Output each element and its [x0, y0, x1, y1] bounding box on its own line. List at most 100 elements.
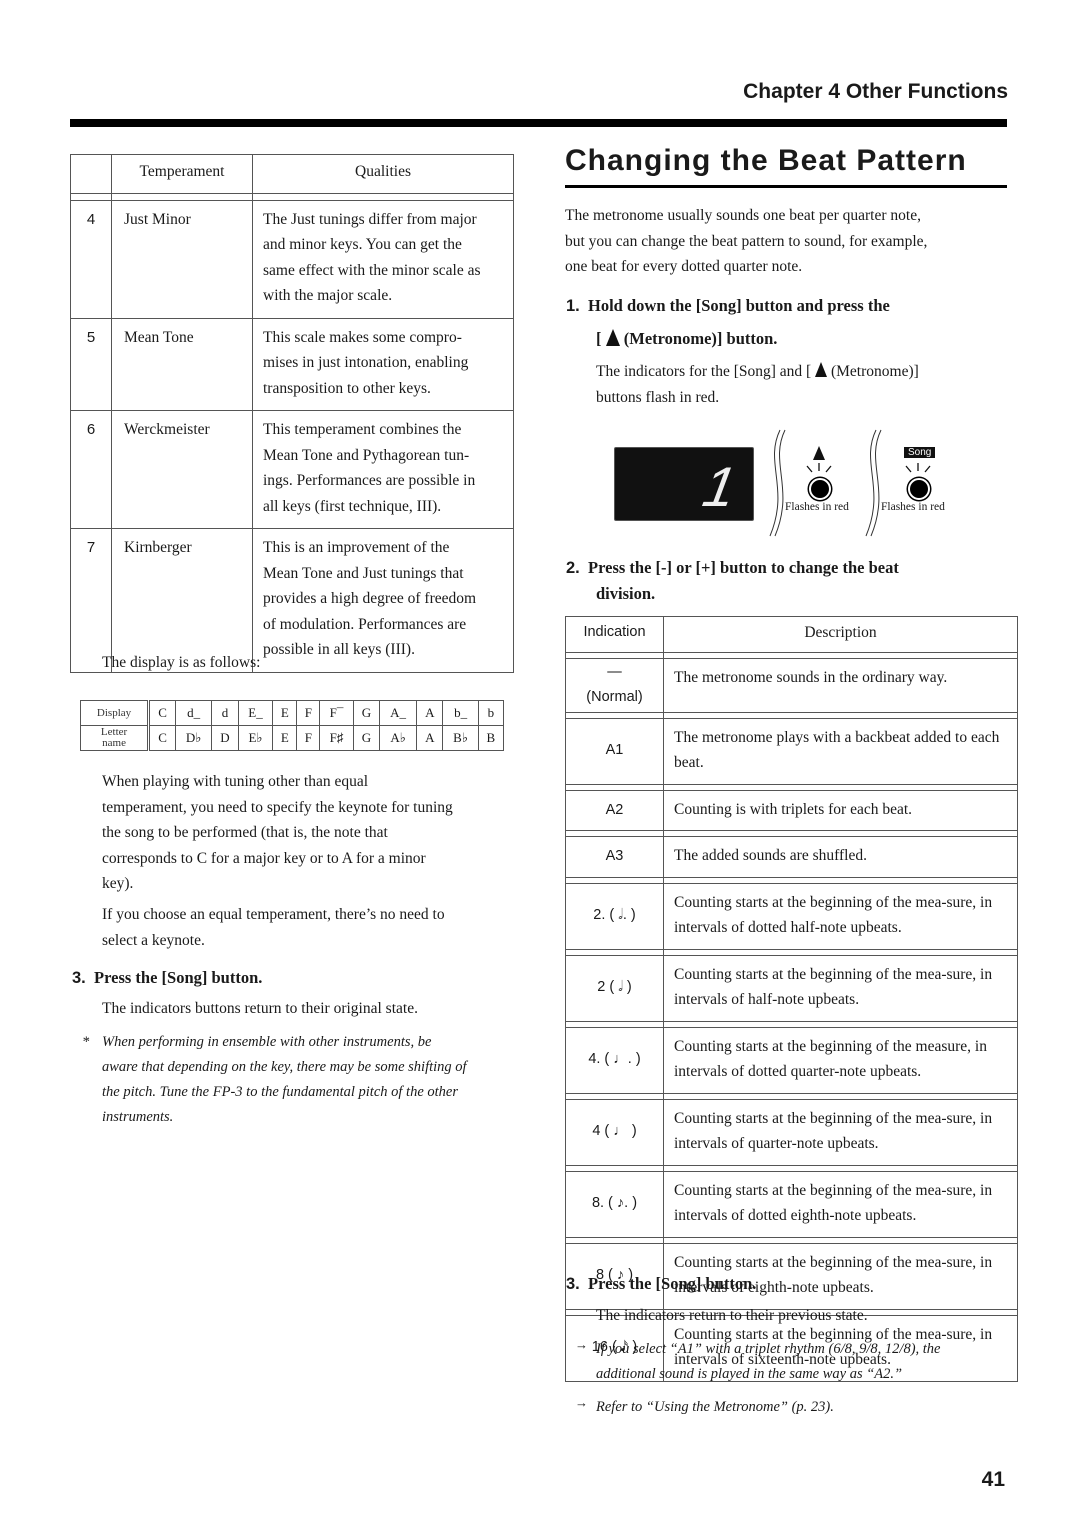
step-1-text: The indicators for the [Song] and [ (Met…	[596, 362, 919, 406]
song-led-button[interactable]	[908, 478, 930, 500]
display-table: Display Cd_ d E_ E F F¯ G A_ Ab_ b Letter name C D♭ D E…	[79, 700, 505, 751]
description: The metronome sounds in the ordinary way…	[663, 657, 1018, 713]
step-2: 2. Press the [-] or [+] button to change…	[566, 558, 899, 577]
beat-division-table: Indication Description — (Normal) The metr…	[565, 616, 1018, 1382]
display-char: b	[477, 700, 505, 726]
text-line: one beat for every dotted quarter note.	[565, 258, 803, 275]
indication-cell: 2. ( 𝅗𝅥. )	[565, 882, 664, 950]
letter-name: A♭	[379, 725, 418, 751]
arrow-icon: →	[575, 1395, 588, 1410]
letter-name: D♭	[174, 725, 213, 751]
letter-name: B	[477, 725, 505, 751]
flash-label-metronome: Flashes in red	[785, 501, 849, 513]
description: Counting is with triplets for each beat.	[663, 789, 1018, 831]
text-line: the pitch. Tune the FP-3 to the fundamen…	[102, 1084, 458, 1100]
text-line: If you select “A1” with a triplet rhythm…	[596, 1341, 941, 1357]
section-title: Changing the Beat Pattern	[565, 144, 967, 177]
display-label: Display	[79, 700, 151, 726]
indication-cell: A1	[565, 717, 664, 785]
display-intro: The display is as follows:	[102, 654, 261, 671]
text-line: The metronome usually sounds one beat pe…	[565, 207, 921, 224]
indication-cell: 4. ( ♩. )	[565, 1026, 664, 1094]
qualities-line: This temperament combines the	[263, 421, 462, 438]
qualities-line: of modulation. Performances are	[263, 615, 467, 633]
indication: 4 ( ♩ )	[592, 1123, 637, 1140]
keynote-paragraph: When playing with tuning other than equa…	[102, 769, 522, 897]
reference-link[interactable]: Refer to “Using the Metronome” (p. 23).	[596, 1395, 834, 1420]
description: Counting starts at the beginning of the …	[663, 1098, 1018, 1166]
triplet-note: If you select “A1” with a triplet rhythm…	[596, 1337, 1016, 1387]
qualities-line: possible in all keys (III).	[263, 641, 415, 658]
table-header-row: Indication Description	[565, 616, 1018, 653]
indication-cell: 8. ( ♪. )	[565, 1170, 664, 1238]
qualities-line: transposition to other keys.	[263, 379, 431, 397]
letter-name: A	[416, 725, 444, 751]
text-line: additional sound is played in the same w…	[596, 1366, 903, 1382]
step-2-line2: division.	[596, 584, 656, 603]
qualities-line: mises in just intonation, enabling	[263, 354, 469, 371]
display-char: F¯	[319, 700, 354, 726]
page-number: 41	[981, 1468, 1005, 1491]
metronome-led-button[interactable]	[809, 478, 831, 500]
row-number: 6	[70, 410, 112, 529]
qualities-line: provides a high degree of freedom	[263, 590, 477, 607]
chapter-heading: Chapter 4 Other Functions	[743, 80, 1008, 103]
letter-name: B♭	[442, 725, 479, 751]
table-row: 6 Werckmeister This temperament combines t…	[70, 410, 514, 529]
indication: A2	[605, 801, 624, 818]
temperament-name: Just Minor	[111, 199, 253, 319]
display-char: F	[296, 700, 321, 726]
step-1: 1. Hold down the [Song] button and press…	[566, 296, 890, 315]
indication-cell: A2	[565, 789, 664, 831]
display-char: G	[352, 700, 381, 726]
qualities-cell: This is an improvement of the Mean Tone a…	[252, 528, 514, 673]
text-line: aware that depending on the key, there m…	[102, 1059, 467, 1075]
text-line: corresponds to C for a major key or to A…	[102, 849, 426, 867]
indication-cell: 2 ( 𝅗𝅥 )	[565, 954, 664, 1022]
qualities-line: same effect with the minor scale as	[263, 261, 481, 279]
metronome-icon	[605, 329, 620, 346]
qualities-line: Mean Tone and Pythagorean tun-	[263, 446, 470, 464]
indication: 2. ( 𝅗𝅥. )	[593, 907, 636, 924]
qualities-line: all keys (first technique, III).	[263, 497, 442, 515]
qualities-line: The Just tunings differ from major	[263, 210, 477, 228]
qualities-cell: This temperament combines the Mean Tone a…	[252, 410, 514, 529]
table-row: 8. ( ♪. ) Counting starts at the beginnin…	[565, 1170, 1018, 1238]
text-line: If you choose an equal temperament, ther…	[102, 906, 445, 923]
table-row: 4. ( ♩. ) Counting starts at the beginnin…	[565, 1026, 1018, 1094]
text-line: but you can change the beat pattern to s…	[565, 232, 928, 250]
indication-cell: 4 ( ♩ )	[565, 1098, 664, 1166]
description: Counting starts at the beginning of the …	[663, 882, 1018, 950]
song-label: Song	[904, 447, 936, 458]
indication-cell: A3	[565, 836, 664, 878]
qualities-line: This scale makes some compro-	[263, 328, 462, 346]
letter-name: E♭	[237, 725, 274, 751]
indication: 8. ( ♪. )	[591, 1195, 638, 1212]
header-num	[70, 154, 112, 194]
title-rule	[565, 185, 1007, 188]
note-asterisk: *	[82, 1034, 90, 1050]
text-line: When playing with tuning other than equa…	[102, 773, 369, 790]
indication: A1	[605, 742, 624, 759]
letter-name: F	[296, 725, 321, 751]
table-row: — (Normal) The metronome sounds in the ord…	[565, 657, 1018, 713]
table-row: A2 Counting is with triplets for each bea…	[565, 789, 1018, 831]
flash-label-song: Flashes in red	[881, 501, 945, 513]
header-indication: Indication	[565, 616, 664, 653]
indication: A3	[605, 848, 624, 864]
text-line: When performing in ensemble with other i…	[102, 1034, 432, 1050]
table-header-row: Temperament Qualities	[70, 154, 514, 194]
display-char: E_	[237, 700, 274, 726]
table-row: 2 ( 𝅗𝅥 ) Counting starts at the beginning…	[565, 954, 1018, 1022]
display-char: d	[211, 700, 239, 726]
letter-name: C	[148, 725, 176, 751]
table-row: 2. ( 𝅗𝅥. ) Counting starts at the beginni…	[565, 882, 1018, 950]
intro-paragraph: The metronome usually sounds one beat pe…	[565, 203, 1010, 280]
qualities-line: with the major scale.	[263, 287, 393, 304]
display-char: C	[148, 700, 176, 726]
break-mark-1	[769, 429, 786, 537]
header-qualities: Qualities	[252, 154, 514, 194]
qualities-cell: The Just tunings differ from major and mi…	[252, 199, 514, 319]
lcd-display: 1	[614, 447, 754, 521]
metronome-icon	[813, 446, 825, 460]
